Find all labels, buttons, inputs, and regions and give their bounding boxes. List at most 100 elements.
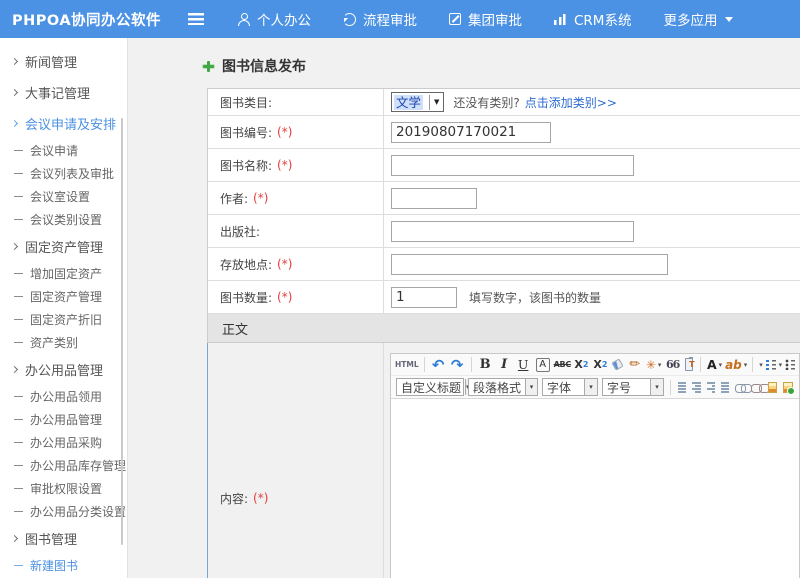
sidebar-item-label: 会议室设置 xyxy=(30,188,90,205)
align-right-icon[interactable] xyxy=(707,382,715,393)
select-value: 自定义标题 xyxy=(401,379,461,396)
insert-image-icon[interactable] xyxy=(783,382,793,393)
sidebar-item-fixed-asset-depreciation[interactable]: 固定资产折旧 xyxy=(0,308,127,331)
form-label-cell: 图书数量:(*) xyxy=(208,281,384,313)
select-value: 字号 xyxy=(607,379,631,396)
book-category-select[interactable]: 文学▼ xyxy=(391,92,444,112)
sidebar-item-meeting-room-settings[interactable]: 会议室设置 xyxy=(0,185,127,208)
font-size-select[interactable]: 字号▾ xyxy=(602,378,664,396)
blockquote-icon[interactable]: 66 xyxy=(664,356,681,374)
nav-item-group-approval[interactable]: 集团审批 xyxy=(449,9,522,29)
sidebar-item-label: 资产类别 xyxy=(30,334,78,351)
dash-icon xyxy=(14,319,23,320)
italic-icon[interactable]: I xyxy=(496,356,513,374)
align-left-icon[interactable] xyxy=(678,382,686,393)
dropdown-caret-icon: ▾ xyxy=(779,361,783,369)
nav-item-personal-office[interactable]: 个人办公 xyxy=(238,9,311,29)
sidebar-item-book-management[interactable]: 图书管理 xyxy=(0,523,127,554)
sidebar-item-supplies-inventory-management[interactable]: 办公用品库存管理 xyxy=(0,454,127,477)
ordered-list-icon[interactable] xyxy=(766,359,776,370)
graffiti-pen-icon[interactable]: ✳▾ xyxy=(645,356,662,374)
chevron-right-icon xyxy=(11,58,18,65)
sidebar-item-label: 图书管理 xyxy=(25,529,77,548)
undo-icon[interactable]: ↶ xyxy=(430,356,447,374)
paste-text-icon[interactable] xyxy=(685,358,693,371)
paragraph-format-select[interactable]: 段落格式▾ xyxy=(468,378,538,396)
subscript-icon[interactable]: X2 xyxy=(592,356,609,374)
select-caret-icon: ▾ xyxy=(584,379,597,395)
field-label-book-category: 图书类目: xyxy=(220,94,272,111)
sidebar-item-meeting-application-arrangement[interactable]: 会议申请及安排 xyxy=(0,108,127,139)
font-color-icon[interactable]: A▾ xyxy=(706,356,723,374)
dropdown-caret-icon: ▾ xyxy=(658,361,662,369)
dash-icon xyxy=(14,465,23,466)
add-category-link[interactable]: 点击添加类别>> xyxy=(525,94,617,111)
unlink-icon[interactable] xyxy=(751,383,761,392)
sidebar-item-office-supplies-management[interactable]: 办公用品管理 xyxy=(0,354,127,385)
page-title-text: 图书信息发布 xyxy=(222,56,306,76)
sidebar-item-supplies-category-settings[interactable]: 办公用品分类设置 xyxy=(0,500,127,523)
sidebar-item-asset-category[interactable]: 资产类别 xyxy=(0,331,127,354)
body-section-header: 正文 xyxy=(208,314,800,343)
strikethrough-icon[interactable]: ABC xyxy=(554,356,571,374)
eraser-icon[interactable] xyxy=(611,358,623,370)
nav-item-label: 个人办公 xyxy=(257,9,311,29)
form-row-book-quantity: 图书数量:(*)填写数字，该图书的数量 xyxy=(208,281,800,314)
book-number-input[interactable] xyxy=(391,122,551,143)
content-row: 内容: (*) HTML↶↷BIUAABCX2X2✏✳▾66A▾ab▾▾▾ 自定… xyxy=(207,343,800,578)
sidebar-item-meeting-application[interactable]: 会议申请 xyxy=(0,139,127,162)
author-input[interactable] xyxy=(391,188,477,209)
align-center-icon[interactable] xyxy=(692,382,700,393)
form-label-cell: 存放地点:(*) xyxy=(208,248,384,280)
dash-icon xyxy=(14,488,23,489)
sidebar-item-approval-permission-settings[interactable]: 审批权限设置 xyxy=(0,477,127,500)
editor-content[interactable] xyxy=(391,399,799,578)
book-quantity-input[interactable] xyxy=(391,287,457,308)
form-label-cell: 出版社: xyxy=(208,215,384,247)
align-justify-icon[interactable] xyxy=(721,382,729,393)
underline-icon[interactable]: U xyxy=(515,356,532,374)
editor-toolbar-row1: HTML↶↷BIUAABCX2X2✏✳▾66A▾ab▾▾▾ xyxy=(391,354,799,376)
main-content: 图书信息发布 图书类目:文学▼还没有类别?点击添加类别>>图书编号:(*)图书名… xyxy=(129,38,800,578)
sidebar-item-meeting-list-approval[interactable]: 会议列表及审批 xyxy=(0,162,127,185)
nav-item-more-apps[interactable]: 更多应用 xyxy=(663,9,733,29)
sidebar-item-news-management[interactable]: 新闻管理 xyxy=(0,46,127,77)
form-label-cell: 图书名称:(*) xyxy=(208,149,384,181)
nav-item-label: 集团审批 xyxy=(468,9,522,29)
sidebar-item-new-book[interactable]: 新建图书 xyxy=(0,554,127,577)
nav-item-workflow-approval[interactable]: 流程审批 xyxy=(343,9,417,29)
custom-heading-select[interactable]: 自定义标题▾ xyxy=(396,378,464,396)
unordered-list-icon[interactable] xyxy=(785,359,795,370)
sidebar-item-add-fixed-asset[interactable]: 增加固定资产 xyxy=(0,262,127,285)
superscript-icon[interactable]: X2 xyxy=(573,356,590,374)
storage-location-input[interactable] xyxy=(391,254,668,275)
form-row-book-category: 图书类目:文学▼还没有类别?点击添加类别>> xyxy=(208,89,800,116)
publisher-input[interactable] xyxy=(391,221,634,242)
sidebar-item-supplies-management[interactable]: 办公用品管理 xyxy=(0,408,127,431)
link-icon[interactable] xyxy=(735,383,745,392)
sidebar-item-supplies-requisition[interactable]: 办公用品领用 xyxy=(0,385,127,408)
app-logo: PHPOA协同办公软件 xyxy=(12,9,188,30)
dash-icon xyxy=(14,442,23,443)
hamburger-menu-icon[interactable] xyxy=(188,13,204,25)
highlight-color-icon[interactable]: ab▾ xyxy=(725,356,747,374)
book-name-input[interactable] xyxy=(391,155,634,176)
sidebar-scrollbar[interactable] xyxy=(121,118,123,545)
html-source-icon[interactable]: HTML xyxy=(395,356,419,374)
nav-item-crm-system[interactable]: CRM系统 xyxy=(554,9,631,29)
body-section-label: 正文 xyxy=(222,319,248,338)
form-label-cell: 作者:(*) xyxy=(208,182,384,214)
bold-icon[interactable]: B xyxy=(477,356,494,374)
char-border-icon[interactable]: A xyxy=(536,358,550,372)
sidebar-item-supplies-purchase[interactable]: 办公用品采购 xyxy=(0,431,127,454)
sidebar-item-fixed-assets-management[interactable]: 固定资产管理 xyxy=(0,231,127,262)
toolbar-separator xyxy=(700,357,701,372)
image-icon[interactable] xyxy=(768,382,778,393)
content-label-cell: 内容: (*) xyxy=(208,343,384,578)
redo-icon[interactable]: ↷ xyxy=(449,356,466,374)
sidebar-item-fixed-asset-management[interactable]: 固定资产管理 xyxy=(0,285,127,308)
sidebar-item-memorabilia-management[interactable]: 大事记管理 xyxy=(0,77,127,108)
font-family-select[interactable]: 字体▾ xyxy=(542,378,598,396)
format-brush-icon[interactable]: ✏ xyxy=(626,356,643,374)
sidebar-item-meeting-category-settings[interactable]: 会议类别设置 xyxy=(0,208,127,231)
